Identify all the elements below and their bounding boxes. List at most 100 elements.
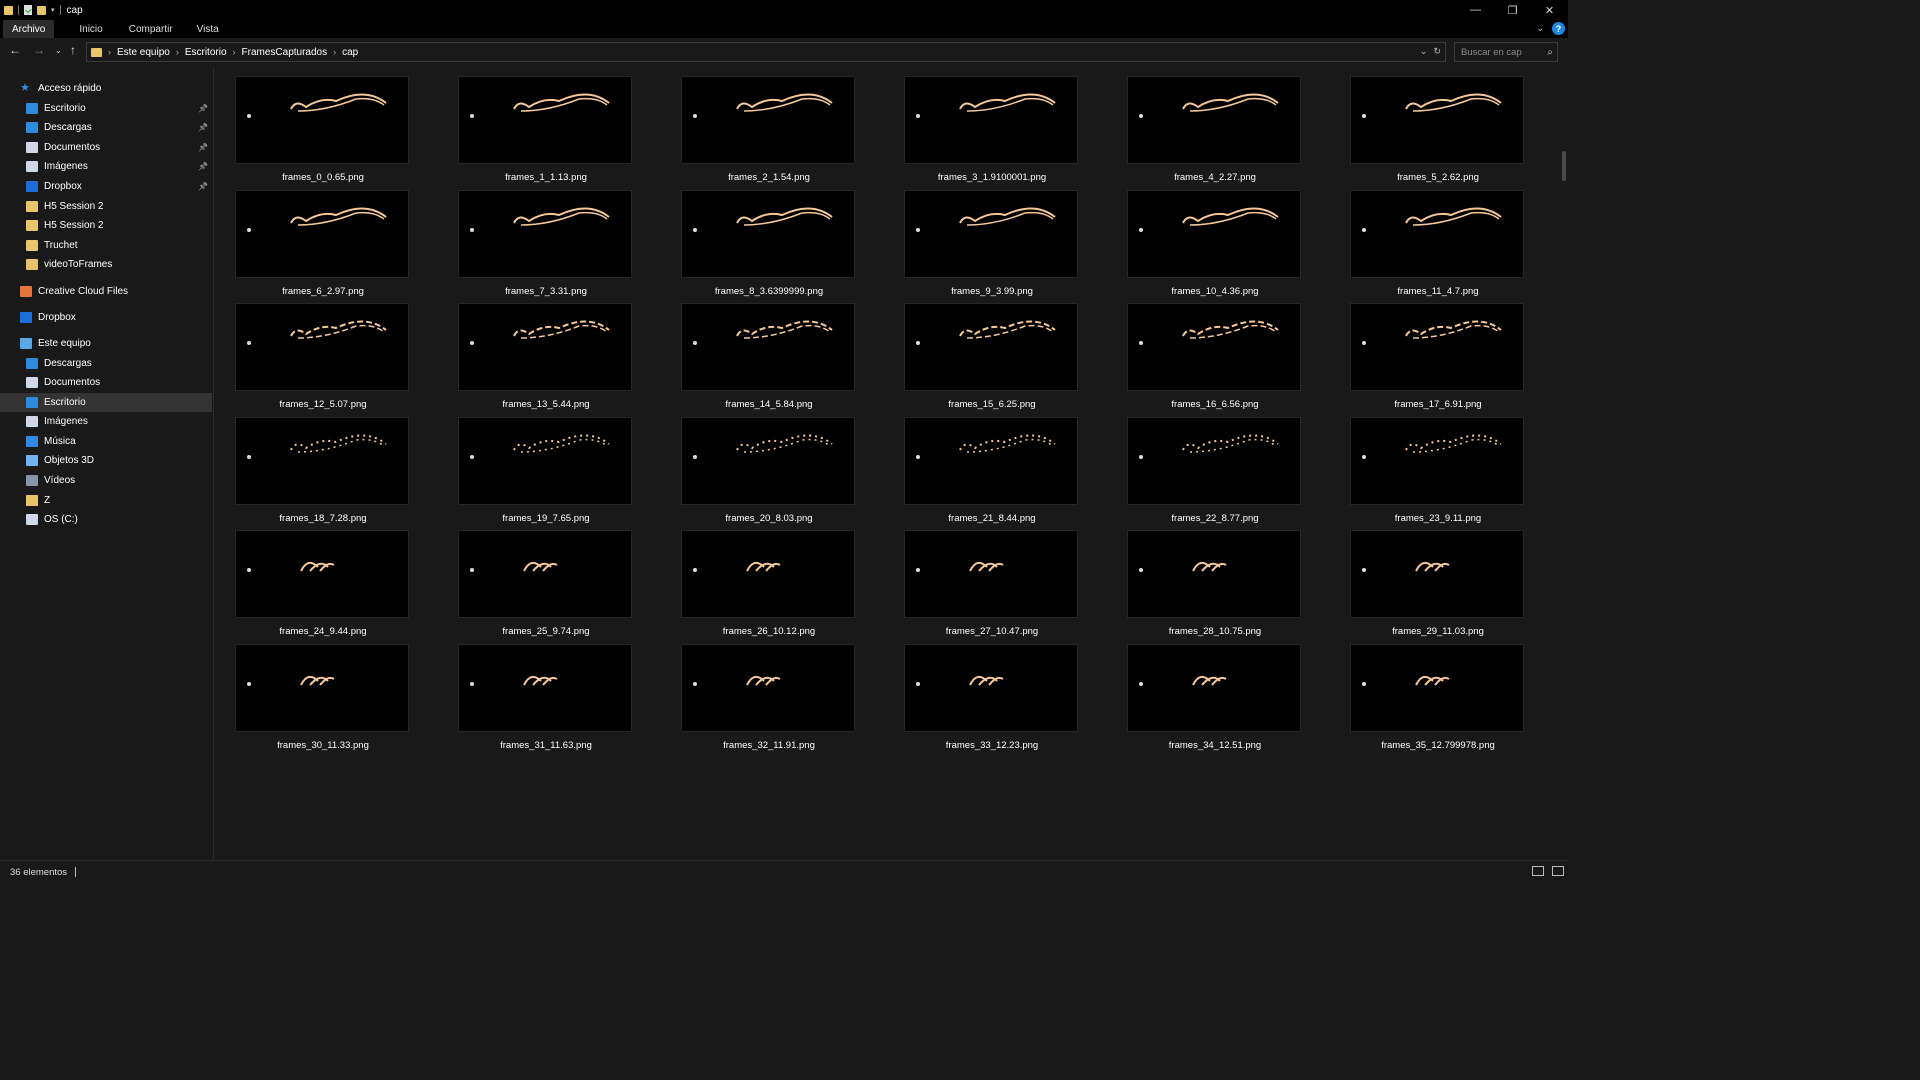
breadcrumb-cap[interactable]: cap — [336, 47, 364, 58]
file-item[interactable]: frames_9_3.99.png — [904, 190, 1080, 297]
new-folder-icon[interactable] — [37, 5, 46, 15]
breadcrumb-escritorio[interactable]: Escritorio — [179, 47, 233, 58]
file-item[interactable]: frames_35_12.799978.png — [1350, 644, 1526, 751]
file-item[interactable]: frames_16_6.56.png — [1127, 303, 1303, 410]
sidebar-item[interactable]: H5 Session 2 — [0, 216, 212, 235]
sidebar-item[interactable]: Descargas 📌 — [0, 118, 212, 137]
file-item[interactable]: frames_4_2.27.png — [1127, 76, 1303, 183]
sidebar-item[interactable]: Escritorio 📌 — [0, 99, 212, 118]
folder-icon — [4, 5, 13, 15]
sidebar-item[interactable]: ★ Acceso rápido — [0, 79, 212, 98]
back-arrow-icon[interactable]: ← — [9, 43, 21, 57]
sidebar-item[interactable]: Escritorio — [0, 393, 212, 412]
up-arrow-icon[interactable]: ↑ — [70, 43, 76, 57]
file-item[interactable]: frames_1_1.13.png — [458, 76, 634, 183]
tab-archivo[interactable]: Archivo — [3, 20, 55, 38]
file-name: frames_32_11.91.png — [723, 740, 815, 751]
file-item[interactable]: frames_29_11.03.png — [1350, 530, 1526, 637]
sidebar-item[interactable]: Documentos 📌 — [0, 138, 212, 157]
file-item[interactable]: frames_11_4.7.png — [1350, 190, 1526, 297]
sidebar-item[interactable]: Dropbox — [0, 308, 212, 327]
file-item[interactable]: frames_25_9.74.png — [458, 530, 634, 637]
tab-inicio[interactable]: Inicio — [70, 20, 111, 38]
dropbox-icon — [26, 181, 38, 192]
file-thumbnail — [458, 76, 632, 164]
file-item[interactable]: frames_5_2.62.png — [1350, 76, 1526, 183]
thumbnail-art — [916, 207, 1056, 232]
chevron-down-icon[interactable]: ⌄ — [1420, 46, 1428, 57]
file-name: frames_3_1.9100001.png — [937, 172, 1047, 183]
file-item[interactable]: frames_24_9.44.png — [235, 530, 411, 637]
tab-compartir[interactable]: Compartir — [120, 20, 182, 38]
sidebar-item[interactable]: Imágenes — [0, 412, 212, 431]
sidebar-item[interactable]: Música — [0, 432, 212, 451]
file-item[interactable]: frames_33_12.23.png — [904, 644, 1080, 751]
file-item[interactable]: frames_12_5.07.png — [235, 303, 411, 410]
file-item[interactable]: frames_10_4.36.png — [1127, 190, 1303, 297]
file-item[interactable]: frames_27_10.47.png — [904, 530, 1080, 637]
sidebar-item[interactable]: Creative Cloud Files — [0, 282, 212, 301]
file-item[interactable]: frames_18_7.28.png — [235, 417, 411, 524]
file-item[interactable]: frames_23_9.11.png — [1350, 417, 1526, 524]
file-item[interactable]: frames_20_8.03.png — [681, 417, 857, 524]
minimize-button[interactable]: — — [1457, 0, 1494, 20]
sidebar-item[interactable]: Z — [0, 491, 212, 510]
file-item[interactable]: frames_0_0.65.png — [235, 76, 411, 183]
file-item[interactable]: frames_22_8.77.png — [1127, 417, 1303, 524]
file-item[interactable]: frames_13_5.44.png — [458, 303, 634, 410]
properties-icon[interactable] — [24, 5, 32, 15]
sidebar-item[interactable]: Documentos — [0, 373, 212, 392]
details-view-icon[interactable] — [1532, 866, 1544, 876]
search-box[interactable]: Buscar en cap ⌕ — [1454, 42, 1558, 62]
file-item[interactable]: frames_2_1.54.png — [681, 76, 857, 183]
file-item[interactable]: frames_19_7.65.png — [458, 417, 634, 524]
vertical-scrollbar[interactable] — [1560, 67, 1568, 860]
file-item[interactable]: frames_14_5.84.png — [681, 303, 857, 410]
sidebar-item[interactable]: Truchet — [0, 236, 212, 255]
file-name: frames_19_7.65.png — [502, 513, 590, 524]
sidebar-item[interactable]: Este equipo — [0, 334, 212, 353]
file-item[interactable]: frames_3_1.9100001.png — [904, 76, 1080, 183]
file-item[interactable]: frames_34_12.51.png — [1127, 644, 1303, 751]
refresh-icon[interactable]: ↻ — [1433, 46, 1441, 57]
sidebar-item[interactable]: Vídeos — [0, 471, 212, 490]
file-thumbnail — [1350, 417, 1524, 505]
file-item[interactable]: frames_28_10.75.png — [1127, 530, 1303, 637]
forward-arrow-icon[interactable]: → — [33, 43, 45, 57]
expand-ribbon-icon[interactable]: ⌄ — [1536, 23, 1544, 34]
customize-dropdown-icon[interactable]: ▾ — [51, 6, 55, 14]
address-bar[interactable]: › Este equipo › Escritorio › FramesCaptu… — [86, 42, 1446, 62]
sidebar-item[interactable]: Imágenes 📌 — [0, 157, 212, 176]
file-item[interactable]: frames_26_10.12.png — [681, 530, 857, 637]
sidebar-item-label: Acceso rápido — [38, 83, 102, 94]
search-input[interactable]: Buscar en cap — [1455, 47, 1547, 58]
sidebar-item[interactable]: Objetos 3D — [0, 451, 212, 470]
file-item[interactable]: frames_32_11.91.png — [681, 644, 857, 751]
file-item[interactable]: frames_21_8.44.png — [904, 417, 1080, 524]
tab-vista[interactable]: Vista — [188, 20, 228, 38]
large-icons-view-icon[interactable] — [1552, 866, 1564, 876]
search-icon[interactable]: ⌕ — [1547, 47, 1553, 58]
scrollbar-thumb[interactable] — [1562, 151, 1566, 181]
breadcrumb-framescapturados[interactable]: FramesCapturados — [236, 47, 334, 58]
sidebar-item[interactable]: Descargas — [0, 354, 212, 373]
thumbnail-art — [1139, 675, 1227, 686]
help-icon[interactable]: ? — [1552, 22, 1565, 35]
file-thumbnail — [681, 190, 855, 278]
close-button[interactable]: ✕ — [1531, 0, 1568, 20]
file-item[interactable]: frames_17_6.91.png — [1350, 303, 1526, 410]
sidebar-item[interactable]: Dropbox 📌 — [0, 177, 212, 196]
sidebar-item[interactable]: videoToFrames — [0, 255, 212, 274]
breadcrumb-este-equipo[interactable]: Este equipo — [111, 47, 176, 58]
sidebar-item[interactable]: H5 Session 2 — [0, 197, 212, 216]
file-item[interactable]: frames_30_11.33.png — [235, 644, 411, 751]
sidebar-item[interactable]: OS (C:) — [0, 510, 212, 529]
file-item[interactable]: frames_7_3.31.png — [458, 190, 634, 297]
file-item[interactable]: frames_31_11.63.png — [458, 644, 634, 751]
maximize-button[interactable]: ❐ — [1494, 0, 1531, 20]
recent-locations-icon[interactable]: ⌄ — [55, 46, 62, 55]
file-name: frames_30_11.33.png — [277, 740, 369, 751]
file-item[interactable]: frames_15_6.25.png — [904, 303, 1080, 410]
file-item[interactable]: frames_8_3.6399999.png — [681, 190, 857, 297]
file-item[interactable]: frames_6_2.97.png — [235, 190, 411, 297]
